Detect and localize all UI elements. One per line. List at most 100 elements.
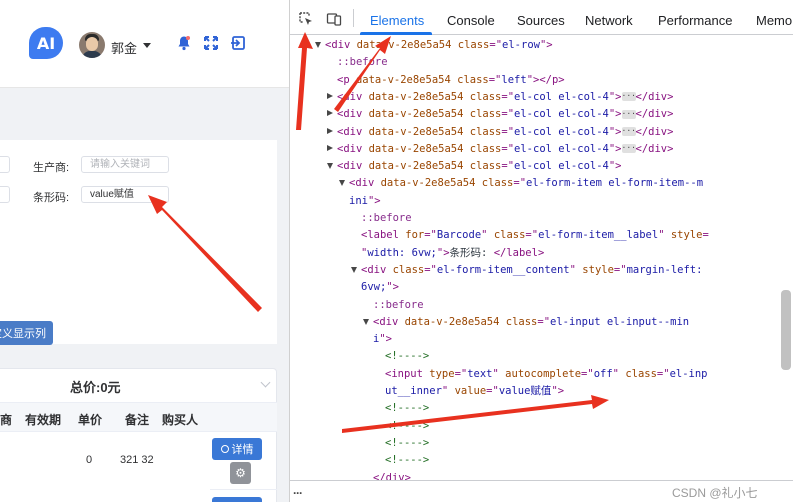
dom-node-line[interactable]: <div data-v-2e8e5a54 class="el-input el-… <box>373 314 689 331</box>
dom-node-line[interactable]: ut__inner" value="value赋值"> <box>385 383 564 400</box>
dom-node-line[interactable]: <label for="Barcode" class="el-form-item… <box>361 227 709 244</box>
code-token: =" <box>656 367 670 380</box>
code-token: =" <box>501 160 515 173</box>
cut-off-input[interactable] <box>0 156 10 173</box>
avatar[interactable] <box>79 32 105 58</box>
manufacturer-input[interactable]: 请输入关键词 <box>81 156 169 173</box>
collapse-triangle-icon[interactable] <box>339 180 345 187</box>
dom-node-line[interactable]: <div data-v-2e8e5a54 class="el-col el-co… <box>337 124 673 141</box>
dom-node-line[interactable]: <div data-v-2e8e5a54 class="el-col el-co… <box>337 89 673 106</box>
ellipsis-icon[interactable]: ··· <box>621 109 636 119</box>
code-token: =" <box>513 177 527 190</box>
info-icon <box>220 445 229 453</box>
dom-node-line[interactable]: i"> <box>373 331 392 348</box>
dom-node-line[interactable]: <!----> <box>385 400 429 417</box>
more-options-icon[interactable]: ··· <box>293 486 303 500</box>
dom-node-line[interactable]: "width: 6vw;">条形码: </label> <box>361 245 544 262</box>
collapse-triangle-icon[interactable] <box>327 163 333 170</box>
code-token: =" <box>488 73 502 86</box>
code-token: =" <box>501 142 515 155</box>
code-token: ini <box>349 194 368 207</box>
code-token: class <box>505 315 538 328</box>
dom-node-line[interactable]: <!----> <box>385 435 429 452</box>
expand-triangle-icon[interactable] <box>327 92 333 99</box>
tab-memory[interactable]: Memo <box>756 13 792 28</box>
detail-button[interactable] <box>212 497 262 502</box>
dom-node-line[interactable]: <div class="el-form-item__content" style… <box>361 262 702 279</box>
fullscreen-icon[interactable] <box>203 35 219 51</box>
barcode-input[interactable]: value赋值 <box>81 186 169 203</box>
code-token: =" <box>424 229 437 242</box>
cut-off-input[interactable] <box>0 186 10 203</box>
code-token: el-inp <box>669 367 708 380</box>
code-token: <!----> <box>385 436 430 449</box>
settings-button[interactable]: ⚙ <box>230 462 251 484</box>
user-name[interactable]: 郭金 <box>111 38 137 57</box>
dom-node-line[interactable]: ::before <box>361 210 412 227</box>
tab-performance[interactable]: Performance <box>658 13 732 28</box>
bell-icon[interactable] <box>176 35 192 51</box>
show-columns-button[interactable]: 定义显示列 <box>0 321 53 345</box>
dom-node-line[interactable]: <input type="text" autocomplete="off" cl… <box>385 366 708 383</box>
code-token: "> <box>551 385 565 397</box>
code-token: </div> <box>635 142 674 155</box>
tab-network[interactable]: Network <box>585 13 633 28</box>
code-token: <div <box>337 108 369 121</box>
dom-node-line[interactable]: </div> <box>373 470 411 481</box>
code-token: </div> <box>635 90 674 103</box>
dom-node-line[interactable]: <div data-v-2e8e5a54 class="el-form-item… <box>349 175 703 192</box>
code-token: "> <box>608 160 622 173</box>
column-header: 有效期 <box>25 413 62 427</box>
tab-elements[interactable]: Elements <box>370 13 424 28</box>
code-token: class <box>469 108 502 121</box>
code-token: <!----> <box>385 419 430 432</box>
expand-triangle-icon[interactable] <box>327 110 333 117</box>
code-token: 条形码: <box>449 246 494 259</box>
dom-node-line[interactable]: <!----> <box>385 418 429 435</box>
code-token: " <box>441 385 455 397</box>
dom-node-line[interactable]: <div data-v-2e8e5a54 class="el-col el-co… <box>337 158 622 175</box>
code-token: "> <box>367 194 381 207</box>
code-token: class <box>469 90 502 103</box>
devtools-tabbar: Elements Console Sources Network Perform… <box>290 0 793 35</box>
dom-node-line[interactable]: <div data-v-2e8e5a54 class="el-row"> <box>325 37 553 54</box>
tab-sources[interactable]: Sources <box>517 13 565 28</box>
code-token: margin-left: <box>626 263 703 276</box>
ai-logo[interactable]: AI <box>29 27 63 59</box>
dom-node-line[interactable]: ini"> <box>349 193 381 210</box>
scrollbar-thumb[interactable] <box>781 290 791 370</box>
inspect-element-icon[interactable] <box>298 11 314 27</box>
dom-node-line[interactable]: <div data-v-2e8e5a54 class="el-col el-co… <box>337 141 673 158</box>
code-token: style <box>670 229 703 242</box>
dom-node-line[interactable]: <!----> <box>385 348 429 365</box>
code-token: data-v-2e8e5a54 <box>368 160 470 173</box>
dom-node-line[interactable]: ::before <box>373 297 424 314</box>
watermark: CSDN @礼小七 <box>672 486 758 500</box>
chevron-down-icon[interactable] <box>143 43 151 48</box>
app-pane: AI 郭金 生产商: 请输入关键词 条形码: value赋值 定义显示列 总价:… <box>0 0 289 502</box>
expand-triangle-icon[interactable] <box>327 127 333 134</box>
expand-triangle-icon[interactable] <box>327 144 333 151</box>
logout-icon[interactable] <box>230 35 246 51</box>
code-token: data-v-2e8e5a54 <box>356 39 458 51</box>
collapse-triangle-icon[interactable] <box>315 42 321 48</box>
dom-node-line[interactable]: ::before <box>337 54 388 71</box>
code-token: " <box>658 229 671 242</box>
collapse-triangle-icon[interactable] <box>363 318 369 325</box>
dom-node-line[interactable]: <!----> <box>385 452 429 469</box>
code-token: " <box>492 367 506 380</box>
code-token: 6vw; <box>361 281 387 294</box>
detail-button[interactable]: 详情 <box>212 438 262 460</box>
tab-console[interactable]: Console <box>447 13 495 28</box>
dom-tree[interactable]: <div data-v-2e8e5a54 class="el-row">::be… <box>290 36 782 480</box>
collapse-triangle-icon[interactable] <box>351 266 357 273</box>
ellipsis-icon[interactable]: ··· <box>621 92 636 102</box>
device-toolbar-icon[interactable] <box>326 11 342 27</box>
dom-node-line[interactable]: 6vw;"> <box>361 279 399 296</box>
code-token: el-form-item el-form-item--m <box>526 177 704 190</box>
dom-node-line[interactable]: <p data-v-2e8e5a54 class="left"></p> <box>337 72 565 89</box>
dom-node-line[interactable]: <div data-v-2e8e5a54 class="el-col el-co… <box>337 106 673 123</box>
ellipsis-icon[interactable]: ··· <box>621 127 636 136</box>
chevron-down-icon[interactable] <box>260 377 271 388</box>
ellipsis-icon[interactable]: ··· <box>621 144 636 154</box>
